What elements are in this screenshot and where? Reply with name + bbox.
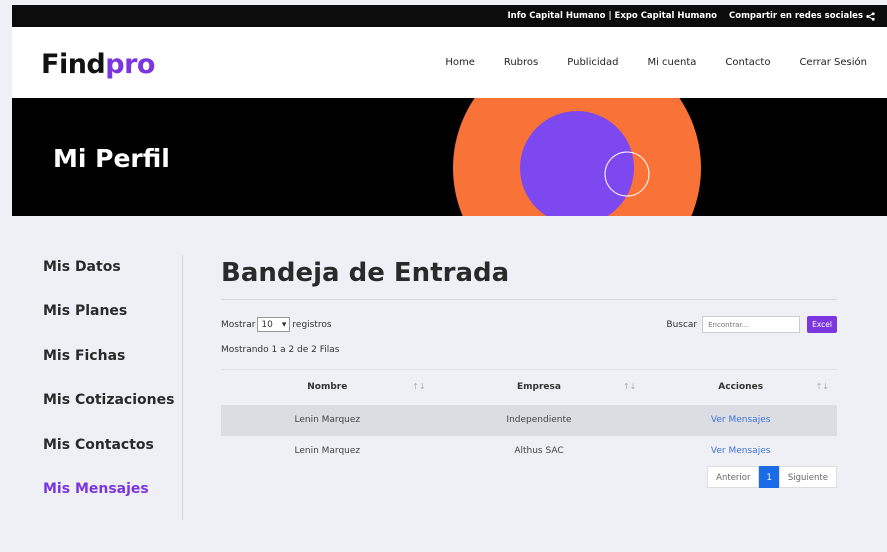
logo-part-pro: pro: [105, 49, 155, 80]
search-input[interactable]: [702, 316, 801, 333]
top-bar: Info Capital Humano | Expo Capital Human…: [12, 5, 887, 27]
table-row: Lenin Marquez Independiente Ver Mensajes: [221, 404, 837, 436]
nav-mi-cuenta[interactable]: Mi cuenta: [647, 57, 696, 68]
table-info: Mostrando 1 a 2 de 2 Filas: [221, 345, 340, 355]
cell-acciones: Ver Mensajes: [644, 436, 837, 467]
site-header: Findpro Home Rubros Publicidad Mi cuenta…: [12, 27, 887, 98]
cell-empresa: Independiente: [433, 404, 645, 436]
header-empresa-label: Empresa: [517, 382, 561, 393]
sidebar-item-mis-planes[interactable]: Mis Planes: [43, 299, 182, 343]
header-acciones-label: Acciones: [718, 382, 764, 393]
page-length-value: 10: [261, 319, 273, 330]
logo-part-find: Find: [41, 49, 106, 80]
column-header-empresa[interactable]: Empresa ↑↓: [433, 369, 645, 405]
cell-nombre: Lenin Marquez: [221, 404, 434, 436]
sort-icon: ↑↓: [412, 382, 426, 391]
nav-rubros[interactable]: Rubros: [504, 57, 538, 68]
search-label: Buscar: [666, 319, 698, 330]
header-nombre-label: Nombre: [307, 382, 348, 393]
table-row: Lenin Marquez Althus SAC Ver Mensajes: [221, 436, 837, 467]
sidebar-item-mis-datos[interactable]: Mis Datos: [43, 255, 182, 299]
page-length-control: Mostrar 10 ▾ registros: [221, 317, 332, 332]
ver-mensajes-link[interactable]: Ver Mensajes: [711, 446, 771, 456]
top-bar-links[interactable]: Info Capital Humano | Expo Capital Human…: [508, 11, 718, 21]
pagination-previous[interactable]: Anterior: [707, 466, 760, 488]
cell-empresa: Althus SAC: [514, 446, 564, 456]
cell-nombre: Lenin Marquez: [294, 446, 361, 456]
profile-sidebar: Mis Datos Mis Planes Mis Fichas Mis Coti…: [43, 255, 183, 520]
nav-home[interactable]: Home: [445, 57, 475, 68]
sidebar-item-mis-contactos[interactable]: Mis Contactos: [43, 433, 182, 477]
sort-icon: ↑↓: [622, 382, 637, 391]
page-length-select[interactable]: 10 ▾: [257, 317, 291, 332]
page-title: Mi Perfil: [53, 144, 170, 173]
pagination-next[interactable]: Siguiente: [778, 466, 837, 488]
sidebar-item-mis-fichas[interactable]: Mis Fichas: [43, 344, 182, 388]
chevron-down-icon: ▾: [281, 319, 287, 330]
show-prefix: Mostrar: [221, 319, 256, 330]
main-nav: Home Rubros Publicidad Mi cuenta Contact…: [416, 27, 867, 98]
hero-banner: Mi Perfil: [12, 98, 887, 216]
nav-contacto[interactable]: Contacto: [725, 57, 770, 68]
inbox-title: Bandeja de Entrada: [221, 255, 837, 300]
pagination-page-1[interactable]: 1: [759, 466, 779, 488]
findpro-logo[interactable]: Findpro: [41, 49, 155, 80]
search-control: Buscar Excel: [666, 316, 837, 333]
table-controls: Mostrar 10 ▾ registros Mostrando 1 a 2 d…: [221, 300, 837, 358]
inbox-panel: Bandeja de Entrada Mostrar 10 ▾ registro…: [221, 255, 837, 488]
cell-acciones: Ver Mensajes: [644, 404, 837, 436]
share-link[interactable]: Compartir en redes sociales: [729, 11, 875, 21]
share-icon: [866, 11, 875, 21]
nav-publicidad[interactable]: Publicidad: [567, 57, 618, 68]
ver-mensajes-link[interactable]: Ver Mensajes: [711, 415, 771, 425]
sidebar-item-mis-mensajes[interactable]: Mis Mensajes: [43, 477, 182, 521]
column-header-nombre[interactable]: Nombre ↑↓: [221, 369, 434, 405]
column-header-acciones[interactable]: Acciones ↑↓: [644, 369, 837, 405]
pagination: Anterior 1 Siguiente: [707, 466, 837, 488]
nav-cerrar-sesion[interactable]: Cerrar Sesión: [799, 57, 867, 68]
sort-icon: ↑↓: [815, 382, 829, 391]
share-label: Compartir en redes sociales: [729, 11, 863, 21]
excel-button[interactable]: Excel: [807, 316, 837, 333]
sidebar-item-mis-cotizaciones[interactable]: Mis Cotizaciones: [43, 388, 182, 432]
show-suffix: registros: [292, 319, 332, 330]
messages-table: Nombre ↑↓ Empresa ↑↓ Acciones ↑↓ Lenin Marq…: [221, 369, 837, 467]
